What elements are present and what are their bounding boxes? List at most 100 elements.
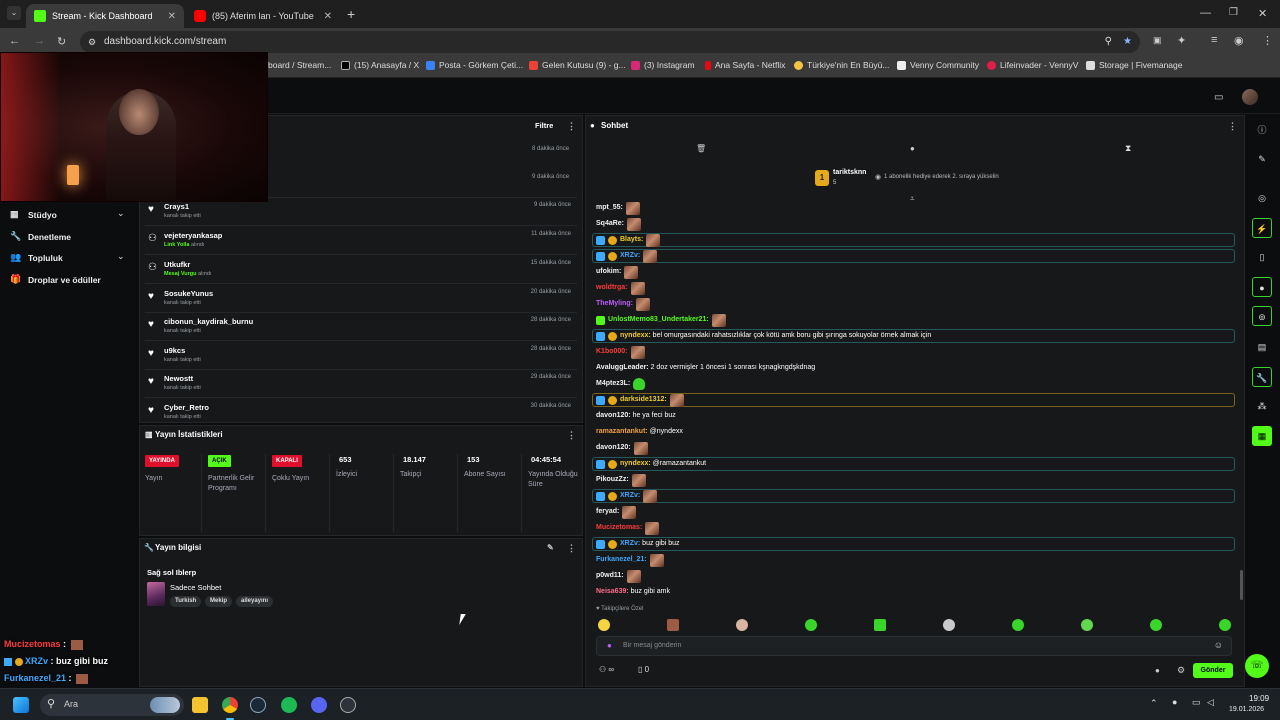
extensions-puzzle-icon[interactable]: ✦ (1177, 34, 1186, 47)
site-info-icon[interactable]: ⚙ (88, 31, 96, 53)
chat-username[interactable]: XRZv: (620, 537, 640, 551)
chat-bubble-icon[interactable]: ● (1252, 277, 1272, 297)
hourglass-icon[interactable]: ⧗ (1125, 143, 1131, 154)
chat-username[interactable]: M4ptez3L: (596, 377, 630, 391)
stats-menu-icon[interactable]: ⋮ (567, 430, 576, 441)
windows-start-icon[interactable] (13, 697, 29, 713)
chat-menu-icon[interactable]: ⋮ (1228, 121, 1237, 132)
expand-icon[interactable]: ⩡ (910, 194, 915, 204)
bus-icon[interactable]: ▤ (1252, 337, 1272, 357)
filter-button[interactable]: Filtre (535, 121, 553, 130)
bookmark-item[interactable]: board / Stream... (268, 60, 331, 70)
emote-icon[interactable] (1219, 619, 1231, 631)
steam-icon[interactable] (250, 697, 266, 713)
close-tab-icon[interactable]: ✕ (168, 11, 176, 22)
back-icon[interactable]: ← (9, 35, 20, 47)
camera-icon[interactable]: ◎ (1252, 188, 1272, 208)
bookmark-item[interactable]: (3) Instagram (631, 60, 695, 70)
sidebar-item-studio[interactable]: ▦ Stüdyo (10, 209, 57, 220)
chat-username[interactable]: ufokim: (596, 265, 621, 279)
network-icon[interactable]: ⁂ (1252, 396, 1272, 416)
stream-info-menu-icon[interactable]: ⋮ (567, 543, 576, 554)
bookmark-item[interactable]: Türkiye'nin En Büyü... (794, 60, 889, 70)
maximize-icon[interactable]: ❐ (1229, 7, 1238, 18)
pencil-icon[interactable]: ✎ (1252, 149, 1272, 169)
bookmark-item[interactable]: Posta - Görkem Çeti... (426, 60, 523, 70)
bookmark-item[interactable]: Ana Sayfa - Netflix (705, 60, 785, 70)
chat-username[interactable]: Sq4aRe: (596, 217, 624, 231)
chat-mode-icon[interactable]: ● (910, 144, 915, 153)
chat-username[interactable]: nyndexx: (620, 457, 651, 471)
address-bar[interactable]: ⚙ dashboard.kick.com/stream ⚲ ★ (80, 31, 1140, 53)
chat-settings-icon[interactable]: ⚙ (1177, 665, 1185, 676)
tab-search-button[interactable]: ⌄ (7, 6, 21, 20)
plugin-icon[interactable]: ▦ (1252, 426, 1272, 446)
emote-icon[interactable] (667, 619, 679, 631)
emote-icon[interactable] (943, 619, 955, 631)
chevron-down-icon[interactable]: ⌄ (117, 251, 125, 262)
speaker-icon[interactable]: ◁ (1207, 697, 1214, 708)
mic-icon[interactable]: ● (607, 641, 612, 650)
sidebar-item-moderation[interactable]: 🔧 Denetleme (10, 231, 71, 242)
bookmark-item[interactable]: Gelen Kutusu (9) - g... (529, 60, 626, 70)
tab-kick-dashboard[interactable]: Stream - Kick Dashboard ✕ (26, 4, 184, 28)
minimize-icon[interactable]: — (1200, 7, 1211, 19)
user-avatar[interactable] (1242, 89, 1258, 105)
bookmark-item[interactable]: (15) Anasayfa / X (341, 60, 419, 70)
emote-icon[interactable] (736, 619, 748, 631)
chat-username[interactable]: davon120: (596, 441, 631, 455)
emote-icon[interactable] (598, 619, 610, 631)
chat-username[interactable]: p0wd11: (596, 569, 624, 583)
mic-icon[interactable]: ● (1172, 697, 1177, 707)
forward-icon[interactable]: → (34, 35, 45, 47)
spotify-icon[interactable] (281, 697, 297, 713)
extension-icon[interactable]: ▣ (1153, 35, 1162, 46)
app-icon[interactable] (340, 697, 356, 713)
bookmark-star-icon[interactable]: ★ (1123, 31, 1132, 53)
emote-icon[interactable] (1012, 619, 1024, 631)
profile-icon[interactable]: ◉ (1234, 34, 1244, 47)
chat-username[interactable]: XRZv: (620, 489, 640, 503)
clock-date[interactable]: 19.01.2026 (1229, 706, 1264, 713)
trash-icon[interactable]: 🗑 (696, 144, 706, 153)
chat-username[interactable]: Neisa639: (596, 585, 629, 599)
chat-username[interactable]: nyndexx: (620, 329, 651, 343)
chat-username[interactable]: XRZv: (620, 249, 640, 263)
chat-username[interactable]: Furkanezel_21: (596, 553, 647, 567)
chat-username[interactable]: Blayts: (620, 233, 643, 247)
chat-username[interactable]: darkside1312: (620, 393, 667, 407)
chrome-icon[interactable] (222, 697, 238, 713)
chevron-up-icon[interactable]: ⌃ (1150, 698, 1158, 709)
clock-time[interactable]: 19:09 (1249, 694, 1269, 703)
close-window-icon[interactable]: ✕ (1258, 7, 1267, 20)
chat-username[interactable]: TheMyling: (596, 297, 633, 311)
emote-icon[interactable] (1081, 619, 1093, 631)
app-header-video-icon[interactable]: ▭ (1214, 92, 1223, 103)
emote-icon[interactable] (874, 619, 886, 631)
chat-username[interactable]: davon120: (596, 409, 631, 423)
chat-username[interactable]: UnlostMemo83_Undertaker21: (608, 313, 709, 327)
media-icon[interactable]: ≡ (1211, 34, 1217, 46)
tab-youtube[interactable]: (85) Aferim lan - YouTube ✕ (186, 4, 340, 28)
send-button[interactable]: Gönder (1193, 663, 1233, 678)
emoji-icon[interactable]: ☺ (1214, 640, 1223, 650)
chat-username[interactable]: ramazantankut: (596, 425, 648, 439)
broadcast-icon[interactable]: ⊚ (1252, 306, 1272, 326)
taskbar-search[interactable]: ⚲ Ara (40, 694, 184, 716)
chat-username[interactable]: mpt_55: (596, 201, 623, 215)
bookmark-item[interactable]: Lifeinvader - VennyV (987, 60, 1078, 70)
discord-icon[interactable] (311, 697, 327, 713)
emote-icon[interactable] (1150, 619, 1162, 631)
close-tab-icon[interactable]: ✕ (324, 11, 332, 22)
chat-username[interactable]: feryad: (596, 505, 619, 519)
clipboard-icon[interactable]: ▯ (1252, 247, 1272, 267)
sidebar-item-community[interactable]: 👥 Topluluk (10, 252, 63, 263)
info-icon[interactable]: ⓘ (1252, 120, 1272, 140)
file-explorer-icon[interactable] (192, 697, 208, 713)
monitor-icon[interactable]: ▭ (1192, 697, 1201, 708)
edit-pencil-icon[interactable]: ✎ (547, 543, 554, 552)
lightning-icon[interactable]: ⚡ (1252, 218, 1272, 238)
chat-username[interactable]: K1bo000: (596, 345, 628, 359)
chat-username[interactable]: AvaluggLeader: (596, 361, 649, 375)
zoom-icon[interactable]: ⚲ (1105, 31, 1112, 53)
